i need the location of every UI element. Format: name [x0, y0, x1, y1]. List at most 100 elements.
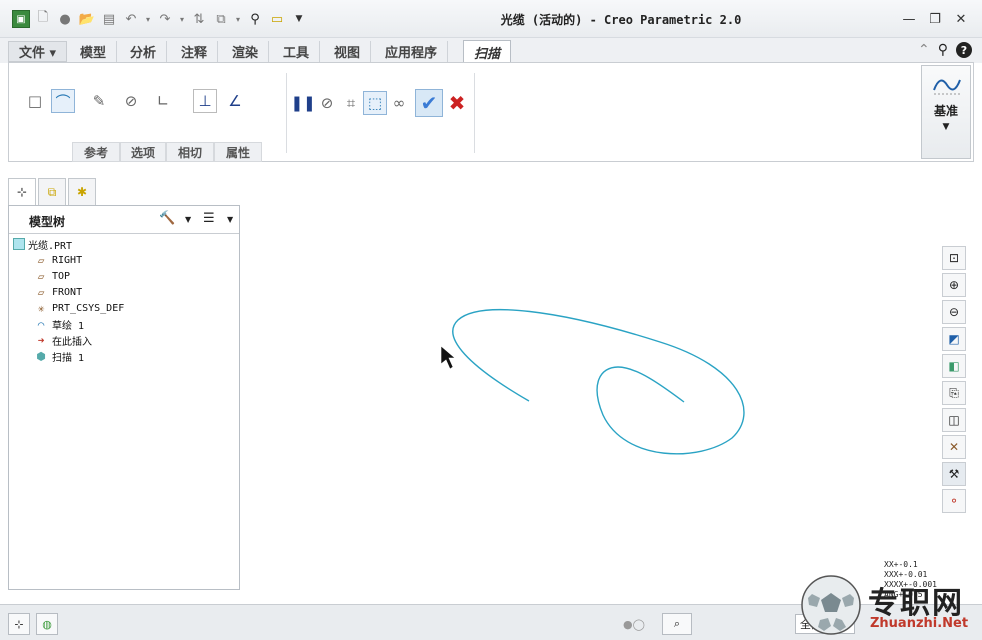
model-tree-tab-icon[interactable]: ⊹	[8, 178, 36, 206]
tree-node-label: 扫描 1	[52, 352, 85, 364]
constant-section-icon[interactable]: ⊥	[193, 89, 217, 113]
datum-plane-icon: ▱	[37, 269, 45, 283]
refit-icon[interactable]: ⊡	[942, 246, 966, 270]
sketch-curve	[440, 309, 745, 455]
restore-button[interactable]: ❐	[922, 10, 948, 28]
folder-browser-tab-icon[interactable]: ⧉	[38, 178, 66, 206]
smart-filter-toggle-icon[interactable]: ●◯	[620, 613, 648, 635]
tree-node-right[interactable]: ▱ RIGHT	[33, 252, 82, 268]
datum-button[interactable]: 基准 ▼	[921, 65, 971, 159]
datum-dropdown-icon: ▼	[942, 122, 950, 132]
annotation-display-icon[interactable]: ⚒	[942, 462, 966, 486]
help-icon[interactable]: ?	[956, 42, 972, 58]
pause-icon[interactable]: ❚❚	[290, 91, 315, 115]
part-icon	[13, 238, 25, 250]
sweep-ribbon: □ ⌒ ✎ ⊘ ∟ ⊥ ∠ ❚❚ ⊘ ⌗ ⬚ ∞ ✔ ✖ 参考 选项 相切 属性…	[8, 62, 974, 162]
model-tree-panel: 模型树 🔨 ▼ ☰ ▼ 光缆.PRT ▱ RIGHT ▱ TOP ▱ FRONT…	[8, 205, 240, 590]
watermark: 专职网 Zhuanzhi.Net	[800, 574, 980, 636]
preview-mesh-icon[interactable]: ⌗	[339, 91, 363, 115]
surface-icon[interactable]: ⌒	[51, 89, 75, 113]
tree-node-top[interactable]: ▱ TOP	[33, 268, 70, 284]
favorites-tab-icon[interactable]: ✱	[68, 178, 96, 206]
navigator-tabs: ⊹ ⧉ ✱	[8, 178, 98, 206]
tab-tools[interactable]: 工具	[273, 41, 321, 62]
tab-sweep[interactable]: 扫描	[463, 40, 512, 64]
title-bar: ▣ 🗋 ● 📂 ▤ ↶ ▾ ↷ ▾ ⇅ ⧉ ▾ ⚲ ▭ ▼ 光缆 (活动的) -…	[0, 0, 982, 38]
spin-center-icon[interactable]: ⚬	[942, 489, 966, 513]
tree-settings-dropdown-icon[interactable]: ▼	[185, 215, 191, 224]
csys-icon: ✳	[37, 301, 45, 315]
verify-mode-icon[interactable]: ∞	[387, 91, 411, 115]
tab-model[interactable]: 模型	[70, 41, 118, 62]
watermark-en: Zhuanzhi.Net	[870, 616, 969, 631]
sketch-icon: ⌒	[37, 317, 45, 331]
datum-display-icon[interactable]: ✕	[942, 435, 966, 459]
datum-label: 基准	[933, 104, 958, 118]
model-tree-title: 模型树	[29, 215, 66, 229]
tree-node-label: 草绘 1	[52, 320, 85, 332]
view-manager-icon[interactable]: ◫	[942, 408, 966, 432]
group-references[interactable]: 参考	[72, 142, 120, 162]
group-properties[interactable]: 属性	[214, 142, 262, 162]
ribbon-separator	[474, 73, 475, 153]
navigator-toggle-icon[interactable]: ⊹	[8, 613, 30, 635]
tree-node-label: RIGHT	[52, 254, 83, 266]
ribbon-tabs: 文件 ▾ 模型 分析 注释 渲染 工具 视图 应用程序 扫描 ⌃ ⚲ ?	[0, 38, 982, 64]
zoom-out-icon[interactable]: ⊖	[942, 300, 966, 324]
solid-icon[interactable]: □	[23, 89, 47, 113]
tree-node-label: FRONT	[52, 286, 83, 298]
search-icon[interactable]: ⚲	[938, 42, 948, 58]
insert-arrow-icon: ➜	[37, 333, 45, 347]
graphics-window[interactable]	[240, 162, 940, 602]
model-tree-header: 模型树 🔨 ▼ ☰ ▼	[9, 206, 239, 234]
window-title: 光缆 (活动的) - Creo Parametric 2.0	[500, 13, 742, 27]
tree-node-front[interactable]: ▱ FRONT	[33, 284, 82, 300]
window-controls: — ❐ ✕	[896, 10, 974, 28]
confirm-icon[interactable]: ✔	[415, 89, 443, 117]
thicken-icon[interactable]: ⊘	[119, 89, 143, 113]
tree-node-part[interactable]: 光缆.PRT	[13, 236, 72, 252]
tree-node-csys[interactable]: ✳ PRT_CSYS_DEF	[33, 300, 125, 316]
tab-render[interactable]: 渲染	[222, 41, 270, 62]
collapse-ribbon-icon[interactable]: ⌃	[918, 42, 930, 58]
tree-node-sketch[interactable]: ⌒ 草绘 1	[33, 316, 84, 332]
tab-view[interactable]: 视图	[324, 41, 372, 62]
tab-annotate[interactable]: 注释	[171, 41, 219, 62]
tree-show-icon[interactable]: ☰	[203, 211, 215, 226]
no-preview-icon[interactable]: ⊘	[315, 91, 339, 115]
soccer-ball-logo-icon	[801, 575, 861, 635]
preview-shade-icon[interactable]: ⬚	[363, 91, 387, 115]
datum-icon	[932, 72, 962, 98]
tree-settings-icon[interactable]: 🔨	[159, 211, 175, 226]
tree-show-dropdown-icon[interactable]: ▼	[227, 215, 233, 224]
precision-line: XX+-0.1	[884, 560, 918, 569]
tab-applications[interactable]: 应用程序	[375, 41, 449, 62]
tree-node-label: TOP	[52, 270, 71, 282]
variable-section-icon[interactable]: ∠	[223, 89, 247, 113]
datum-plane-icon: ▱	[37, 285, 45, 299]
saved-views-icon[interactable]: ⎘	[942, 381, 966, 405]
sweep-icon: ⬢	[36, 349, 46, 363]
minimize-button[interactable]: —	[896, 10, 922, 28]
tree-node-sweep[interactable]: ⬢ 扫描 1	[33, 348, 84, 364]
group-options[interactable]: 选项	[120, 142, 166, 162]
close-button[interactable]: ✕	[948, 10, 974, 28]
remove-material-icon[interactable]: ✎	[87, 89, 111, 113]
repaint-icon[interactable]: ◩	[942, 327, 966, 351]
browser-toggle-icon[interactable]: ◍	[36, 613, 58, 635]
display-style-icon[interactable]: ◧	[942, 354, 966, 378]
tab-analysis[interactable]: 分析	[120, 41, 168, 62]
tree-node-label: PRT_CSYS_DEF	[52, 302, 125, 314]
zoom-in-icon[interactable]: ⊕	[942, 273, 966, 297]
tab-file[interactable]: 文件 ▾	[8, 41, 68, 62]
ribbon-separator	[286, 73, 287, 153]
tab-row-icons: ⌃ ⚲ ?	[918, 42, 972, 58]
surface-trim-icon[interactable]: ∟	[151, 89, 175, 113]
tree-node-label: 光缆.PRT	[28, 240, 73, 252]
cancel-icon[interactable]: ✖	[445, 91, 469, 115]
group-tangency[interactable]: 相切	[166, 142, 214, 162]
tree-node-label: 在此插入	[52, 336, 92, 348]
tree-node-insert-here[interactable]: ➜ 在此插入	[33, 332, 92, 348]
find-icon[interactable]: ⌕	[662, 613, 692, 635]
view-toolbar: ⊡ ⊕ ⊖ ◩ ◧ ⎘ ◫ ✕ ⚒ ⚬	[942, 246, 970, 516]
